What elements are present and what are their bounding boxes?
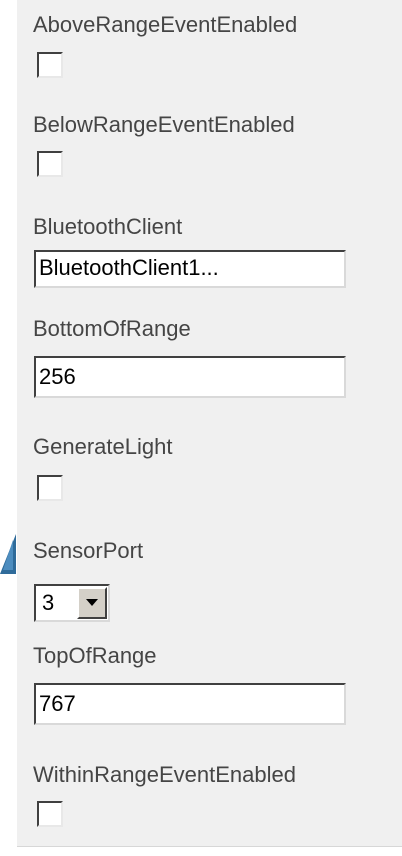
top-of-range-input[interactable]: 767 — [34, 683, 346, 725]
sensor-port-label: SensorPort — [33, 538, 144, 563]
sensor-port-value: 3 — [42, 590, 55, 615]
bluetooth-client-label: BluetoothClient — [33, 214, 183, 239]
sensor-port-select[interactable]: 3 — [34, 584, 110, 622]
above-range-label: AboveRangeEventEnabled — [33, 12, 298, 37]
top-of-range-label: TopOfRange — [33, 643, 157, 668]
bottom-of-range-input[interactable]: 256 — [34, 356, 346, 398]
below-range-checkbox[interactable] — [37, 151, 63, 177]
bottom-of-range-label: BottomOfRange — [33, 316, 191, 341]
generate-light-checkbox[interactable] — [37, 475, 63, 501]
within-range-checkbox[interactable] — [37, 801, 63, 827]
below-range-label: BelowRangeEventEnabled — [33, 112, 295, 137]
panel-divider — [17, 846, 402, 847]
within-range-label: WithinRangeEventEnabled — [33, 762, 296, 787]
bluetooth-client-field[interactable]: BluetoothClient1... — [34, 250, 346, 288]
generate-light-label: GenerateLight — [33, 434, 173, 459]
above-range-checkbox[interactable] — [37, 52, 63, 78]
dropdown-button[interactable] — [77, 587, 107, 619]
arrow-pointer-icon — [0, 534, 16, 574]
triangle-down-icon — [86, 599, 98, 606]
